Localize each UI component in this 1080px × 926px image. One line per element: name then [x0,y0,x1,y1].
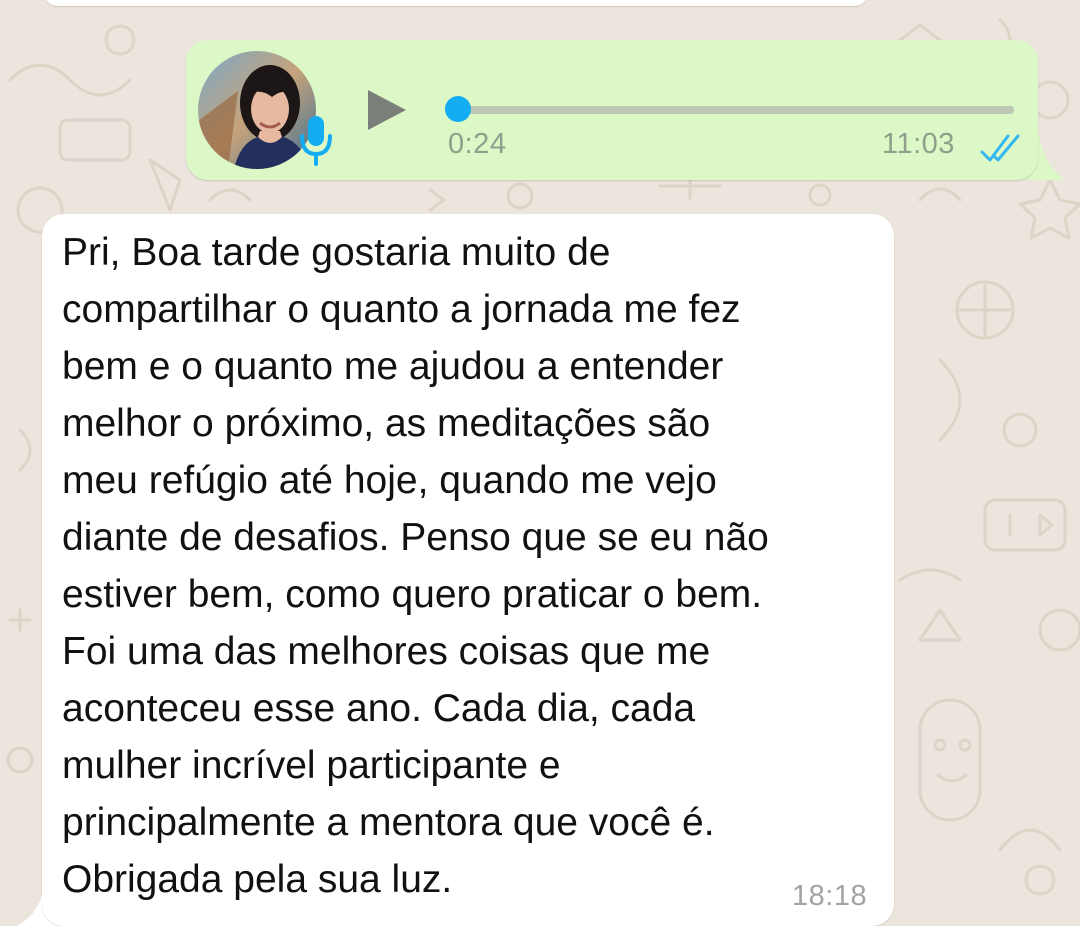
message-text-line: aconteceu esse ano. Cada dia, cada [62,687,696,730]
message-text-line: melhor o próximo, as meditações são [62,402,711,445]
message-text-line: diante de desafios. Penso que se eu não [62,516,769,559]
message-text-line: Foi uma das melhores coisas que me [62,630,711,673]
play-icon[interactable] [364,86,410,134]
previous-message-bubble [44,0,868,6]
audio-progress-track[interactable] [458,106,1014,114]
message-text-line: mulher incrível participante e [62,744,561,787]
message-text-line: estiver bem, como quero praticar o bem. [62,573,763,616]
message-timestamp: 18:18 [792,880,868,912]
message-text-line: compartilhar o quanto a jornada me fez [62,288,741,331]
audio-progress-knob[interactable] [445,96,471,122]
message-text-line: meu refúgio até hoje, quando me vejo [62,459,717,502]
message-text-line: Obrigada pela sua luz. [62,858,453,901]
message-text-line: bem e o quanto me ajudou a entender [62,345,724,388]
microphone-icon [300,116,332,166]
voice-message-bubble[interactable]: 0:24 11:03 [186,40,1038,180]
message-text-line: Pri, Boa tarde gostaria muito de [62,231,611,274]
message-text-line: principalmente a mentora que você é. [62,801,715,844]
audio-duration: 0:24 [448,128,507,160]
text-message-bubble[interactable]: Pri, Boa tarde gostaria muito de compart… [42,214,894,926]
audio-timestamp: 11:03 [882,128,955,160]
double-check-icon [980,134,1020,162]
